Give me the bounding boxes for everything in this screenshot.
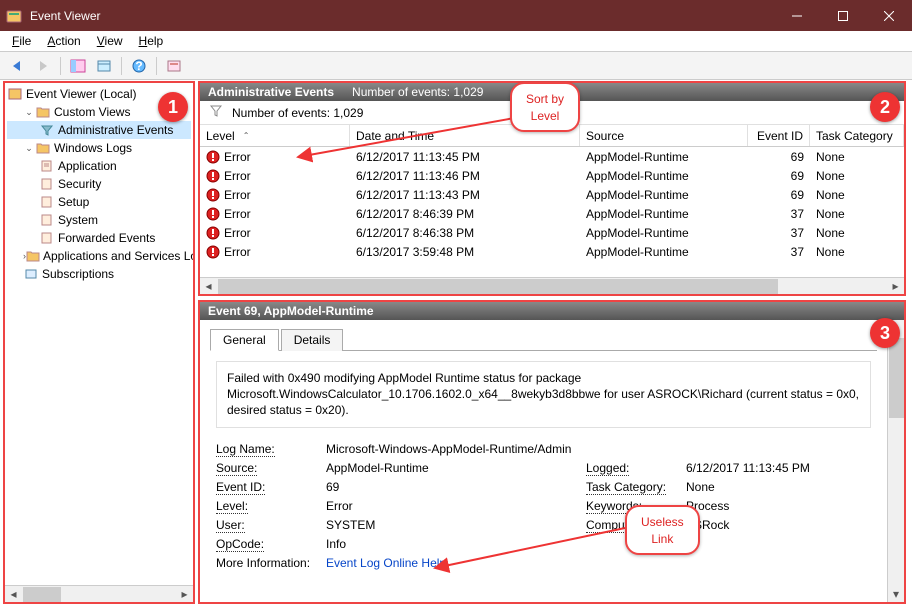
- event-rows[interactable]: Error6/12/2017 11:13:45 PMAppModel-Runti…: [200, 147, 904, 277]
- table-row[interactable]: Error6/13/2017 3:59:48 PMAppModel-Runtim…: [200, 242, 904, 261]
- log-icon: [39, 230, 55, 246]
- scroll-down-icon[interactable]: ▾: [888, 585, 904, 602]
- list-horizontal-scrollbar[interactable]: ◂ ▸: [200, 277, 904, 294]
- folder-icon: [35, 104, 51, 120]
- scroll-right-icon[interactable]: ▸: [176, 586, 193, 603]
- tree-setup[interactable]: Setup: [7, 193, 191, 211]
- help-button[interactable]: ?: [128, 55, 150, 77]
- scroll-left-icon[interactable]: ◂: [200, 278, 217, 295]
- collapse-icon[interactable]: ⌄: [23, 143, 35, 154]
- svg-text:?: ?: [135, 59, 142, 73]
- scroll-right-icon[interactable]: ▸: [887, 278, 904, 295]
- scroll-thumb[interactable]: [23, 587, 61, 602]
- subscription-icon: [23, 266, 39, 282]
- event-properties: Log Name:Microsoft-Windows-AppModel-Runt…: [210, 440, 877, 573]
- col-source[interactable]: Source: [580, 125, 748, 146]
- log-icon: [39, 176, 55, 192]
- annotation-callout-useless: Useless Link: [625, 505, 700, 555]
- detail-vertical-scrollbar[interactable]: ▴ ▾: [887, 320, 904, 602]
- properties-button[interactable]: [93, 55, 115, 77]
- menu-file[interactable]: File: [6, 32, 37, 50]
- tree-subscriptions[interactable]: Subscriptions: [7, 265, 191, 283]
- tree-admin-events[interactable]: Administrative Events: [7, 121, 191, 139]
- tree-windows-logs[interactable]: ⌄ Windows Logs: [7, 139, 191, 157]
- col-event-id[interactable]: Event ID: [748, 125, 810, 146]
- event-message: Failed with 0x490 modifying AppModel Run…: [216, 361, 871, 428]
- event-detail-section: Event 69, AppModel-Runtime General Detai…: [198, 300, 906, 604]
- tree-pane: Event Viewer (Local) ⌄ Custom Views Admi…: [3, 81, 195, 604]
- annotation-badge-1: 1: [158, 92, 188, 122]
- col-level[interactable]: Level⌃: [200, 125, 350, 146]
- tree-application[interactable]: Application: [7, 157, 191, 175]
- scroll-thumb[interactable]: [889, 338, 904, 418]
- table-row[interactable]: Error6/12/2017 8:46:39 PMAppModel-Runtim…: [200, 204, 904, 223]
- scroll-left-icon[interactable]: ◂: [5, 586, 22, 603]
- funnel-icon: [210, 105, 222, 120]
- tree-forwarded[interactable]: Forwarded Events: [7, 229, 191, 247]
- tab-general[interactable]: General: [210, 329, 279, 351]
- show-hide-tree-button[interactable]: [67, 55, 89, 77]
- online-help-link[interactable]: Event Log Online Help: [326, 556, 446, 570]
- folder-icon: [35, 140, 51, 156]
- tree-system[interactable]: System: [7, 211, 191, 229]
- menu-help[interactable]: Help: [133, 32, 170, 50]
- menu-action[interactable]: Action: [41, 32, 86, 50]
- detail-tabs: General Details: [210, 328, 877, 351]
- collapse-icon[interactable]: ⌄: [23, 107, 35, 118]
- filter-icon: [39, 122, 55, 138]
- toolbar: ?: [0, 52, 912, 80]
- minimize-button[interactable]: [774, 0, 820, 31]
- filter-count: Number of events: 1,029: [232, 106, 363, 120]
- sort-asc-icon: ⌃: [243, 131, 250, 140]
- back-button[interactable]: [6, 55, 28, 77]
- window-title: Event Viewer: [28, 9, 774, 23]
- right-pane: Administrative Events Number of events: …: [196, 80, 912, 615]
- log-icon: [39, 158, 55, 174]
- app-icon: [0, 8, 28, 24]
- detail-heading: Event 69, AppModel-Runtime: [200, 302, 904, 320]
- maximize-button[interactable]: [820, 0, 866, 31]
- table-row[interactable]: Error6/12/2017 8:46:38 PMAppModel-Runtim…: [200, 223, 904, 242]
- close-button[interactable]: [866, 0, 912, 31]
- scroll-thumb[interactable]: [218, 279, 778, 294]
- annotation-callout-sort: Sort by Level: [510, 82, 580, 132]
- tab-details[interactable]: Details: [281, 329, 344, 351]
- forward-button[interactable]: [32, 55, 54, 77]
- eventviewer-icon: [7, 86, 23, 102]
- tree-apps-services[interactable]: › Applications and Services Logs: [7, 247, 191, 265]
- table-row[interactable]: Error6/12/2017 11:13:46 PMAppModel-Runti…: [200, 166, 904, 185]
- tree-horizontal-scrollbar[interactable]: ◂ ▸: [5, 585, 193, 602]
- tree-security[interactable]: Security: [7, 175, 191, 193]
- list-heading: Administrative Events: [208, 85, 334, 99]
- annotation-badge-3: 3: [870, 318, 900, 348]
- log-icon: [39, 194, 55, 210]
- annotation-badge-2: 2: [870, 92, 900, 122]
- titlebar: Event Viewer: [0, 0, 912, 31]
- view-button[interactable]: [163, 55, 185, 77]
- log-icon: [39, 212, 55, 228]
- col-task-category[interactable]: Task Category: [810, 125, 904, 146]
- list-count: Number of events: 1,029: [352, 85, 483, 99]
- menubar: File Action View Help: [0, 31, 912, 52]
- table-row[interactable]: Error6/12/2017 11:13:45 PMAppModel-Runti…: [200, 147, 904, 166]
- menu-view[interactable]: View: [91, 32, 129, 50]
- table-row[interactable]: Error6/12/2017 11:13:43 PMAppModel-Runti…: [200, 185, 904, 204]
- folder-icon: [26, 248, 40, 264]
